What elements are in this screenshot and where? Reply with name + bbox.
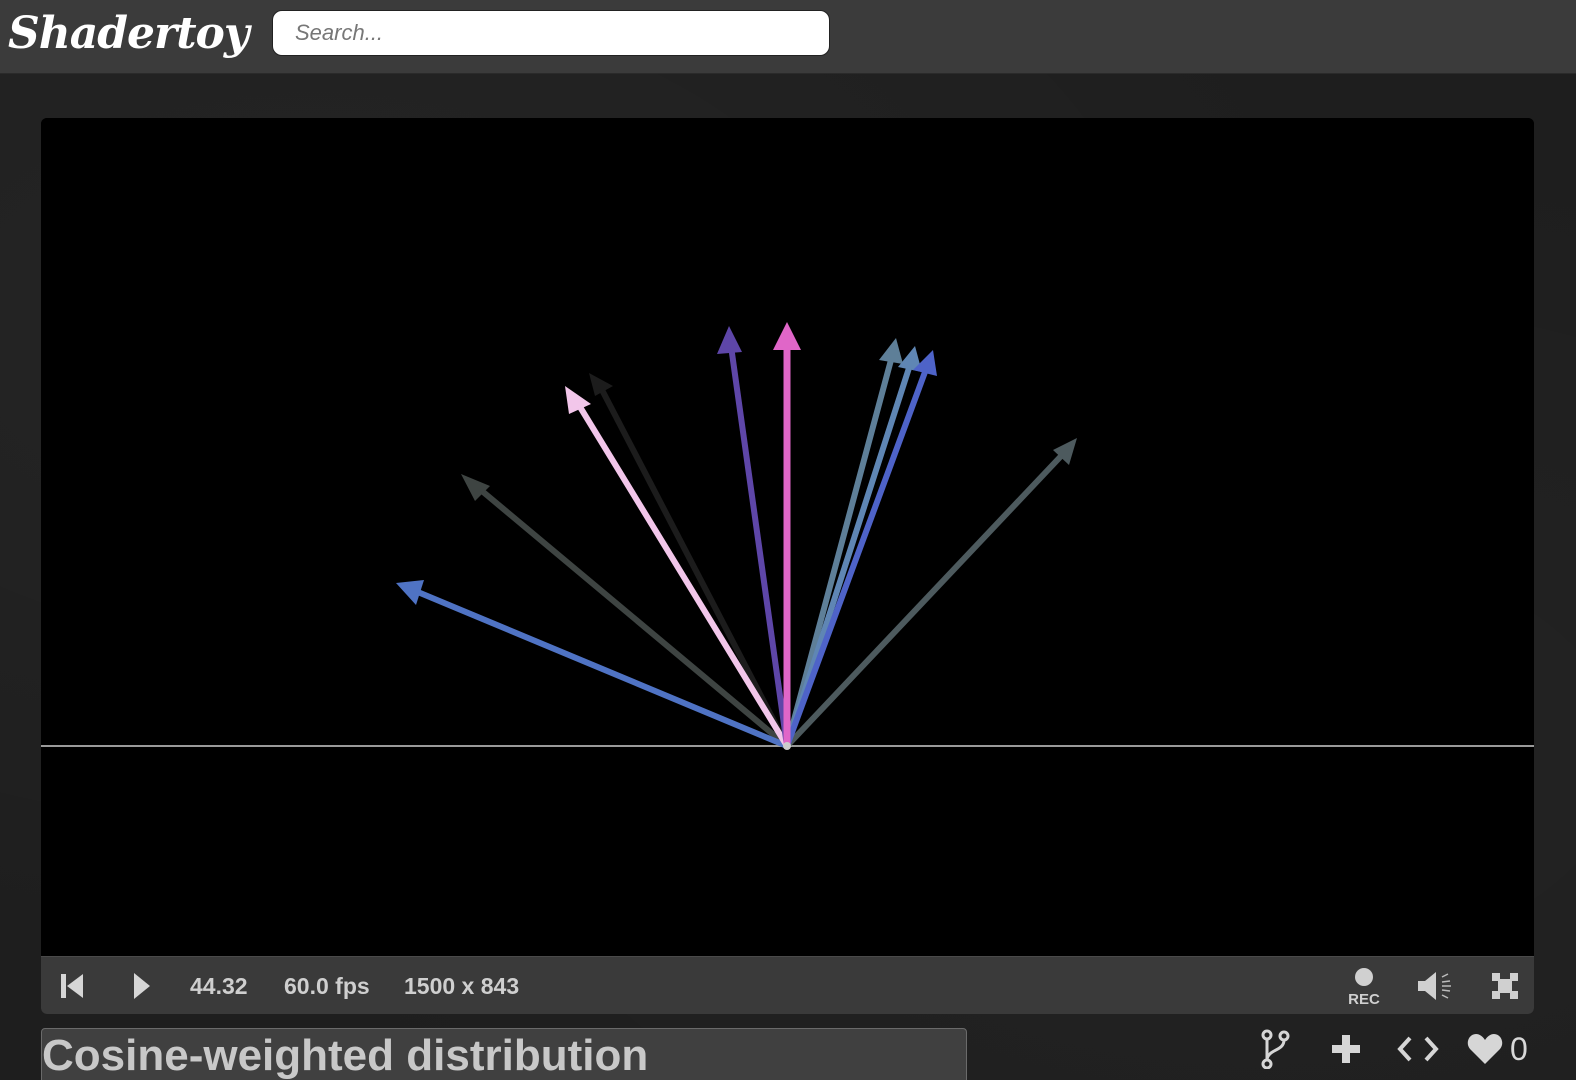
top-bar: Shadertoy bbox=[0, 0, 1576, 74]
rec-label: REC bbox=[1348, 991, 1380, 1008]
add-to-playlist-button[interactable] bbox=[1328, 1026, 1364, 1072]
arrow-blue-right bbox=[784, 350, 937, 748]
play-icon bbox=[134, 973, 150, 999]
record-button[interactable]: REC bbox=[1341, 957, 1387, 1014]
reset-button[interactable] bbox=[55, 957, 89, 1014]
search-input[interactable] bbox=[272, 10, 830, 56]
plus-icon bbox=[1332, 1035, 1360, 1063]
fullscreen-button[interactable] bbox=[1487, 957, 1523, 1014]
fps-readout: 60.0 fps bbox=[284, 973, 370, 999]
shader-player: 44.32 60.0 fps 1500 x 843 REC bbox=[41, 118, 1534, 1014]
fork-icon bbox=[1261, 1029, 1290, 1069]
skip-back-icon bbox=[61, 974, 83, 998]
arrow-blue-left bbox=[396, 580, 789, 749]
shader-canvas[interactable] bbox=[41, 118, 1534, 956]
arrow-pink-light bbox=[565, 386, 790, 748]
shader-title-box: Cosine-weighted distribution bbox=[41, 1028, 967, 1080]
heart-icon bbox=[1467, 1034, 1503, 1064]
record-icon: REC bbox=[1348, 968, 1380, 1008]
fork-button[interactable] bbox=[1258, 1026, 1292, 1072]
player-controls: 44.32 60.0 fps 1500 x 843 REC bbox=[41, 956, 1534, 1014]
shader-title: Cosine-weighted distribution bbox=[42, 1031, 649, 1080]
code-icon bbox=[1397, 1036, 1439, 1062]
time-readout: 44.32 bbox=[190, 973, 248, 999]
site-logo[interactable]: Shadertoy bbox=[8, 4, 249, 64]
arrow-dark-1 bbox=[589, 373, 790, 748]
volume-icon bbox=[1418, 972, 1451, 1000]
fullscreen-icon bbox=[1492, 973, 1518, 999]
like-count: 0 bbox=[1510, 1031, 1528, 1067]
play-button[interactable] bbox=[125, 957, 159, 1014]
embed-button[interactable] bbox=[1396, 1026, 1440, 1072]
arrow-slate-left bbox=[461, 474, 789, 749]
resolution-readout: 1500 x 843 bbox=[404, 973, 520, 999]
volume-button[interactable] bbox=[1415, 957, 1455, 1014]
like-button[interactable]: 0 bbox=[1466, 1026, 1536, 1072]
shader-output bbox=[41, 322, 1534, 750]
